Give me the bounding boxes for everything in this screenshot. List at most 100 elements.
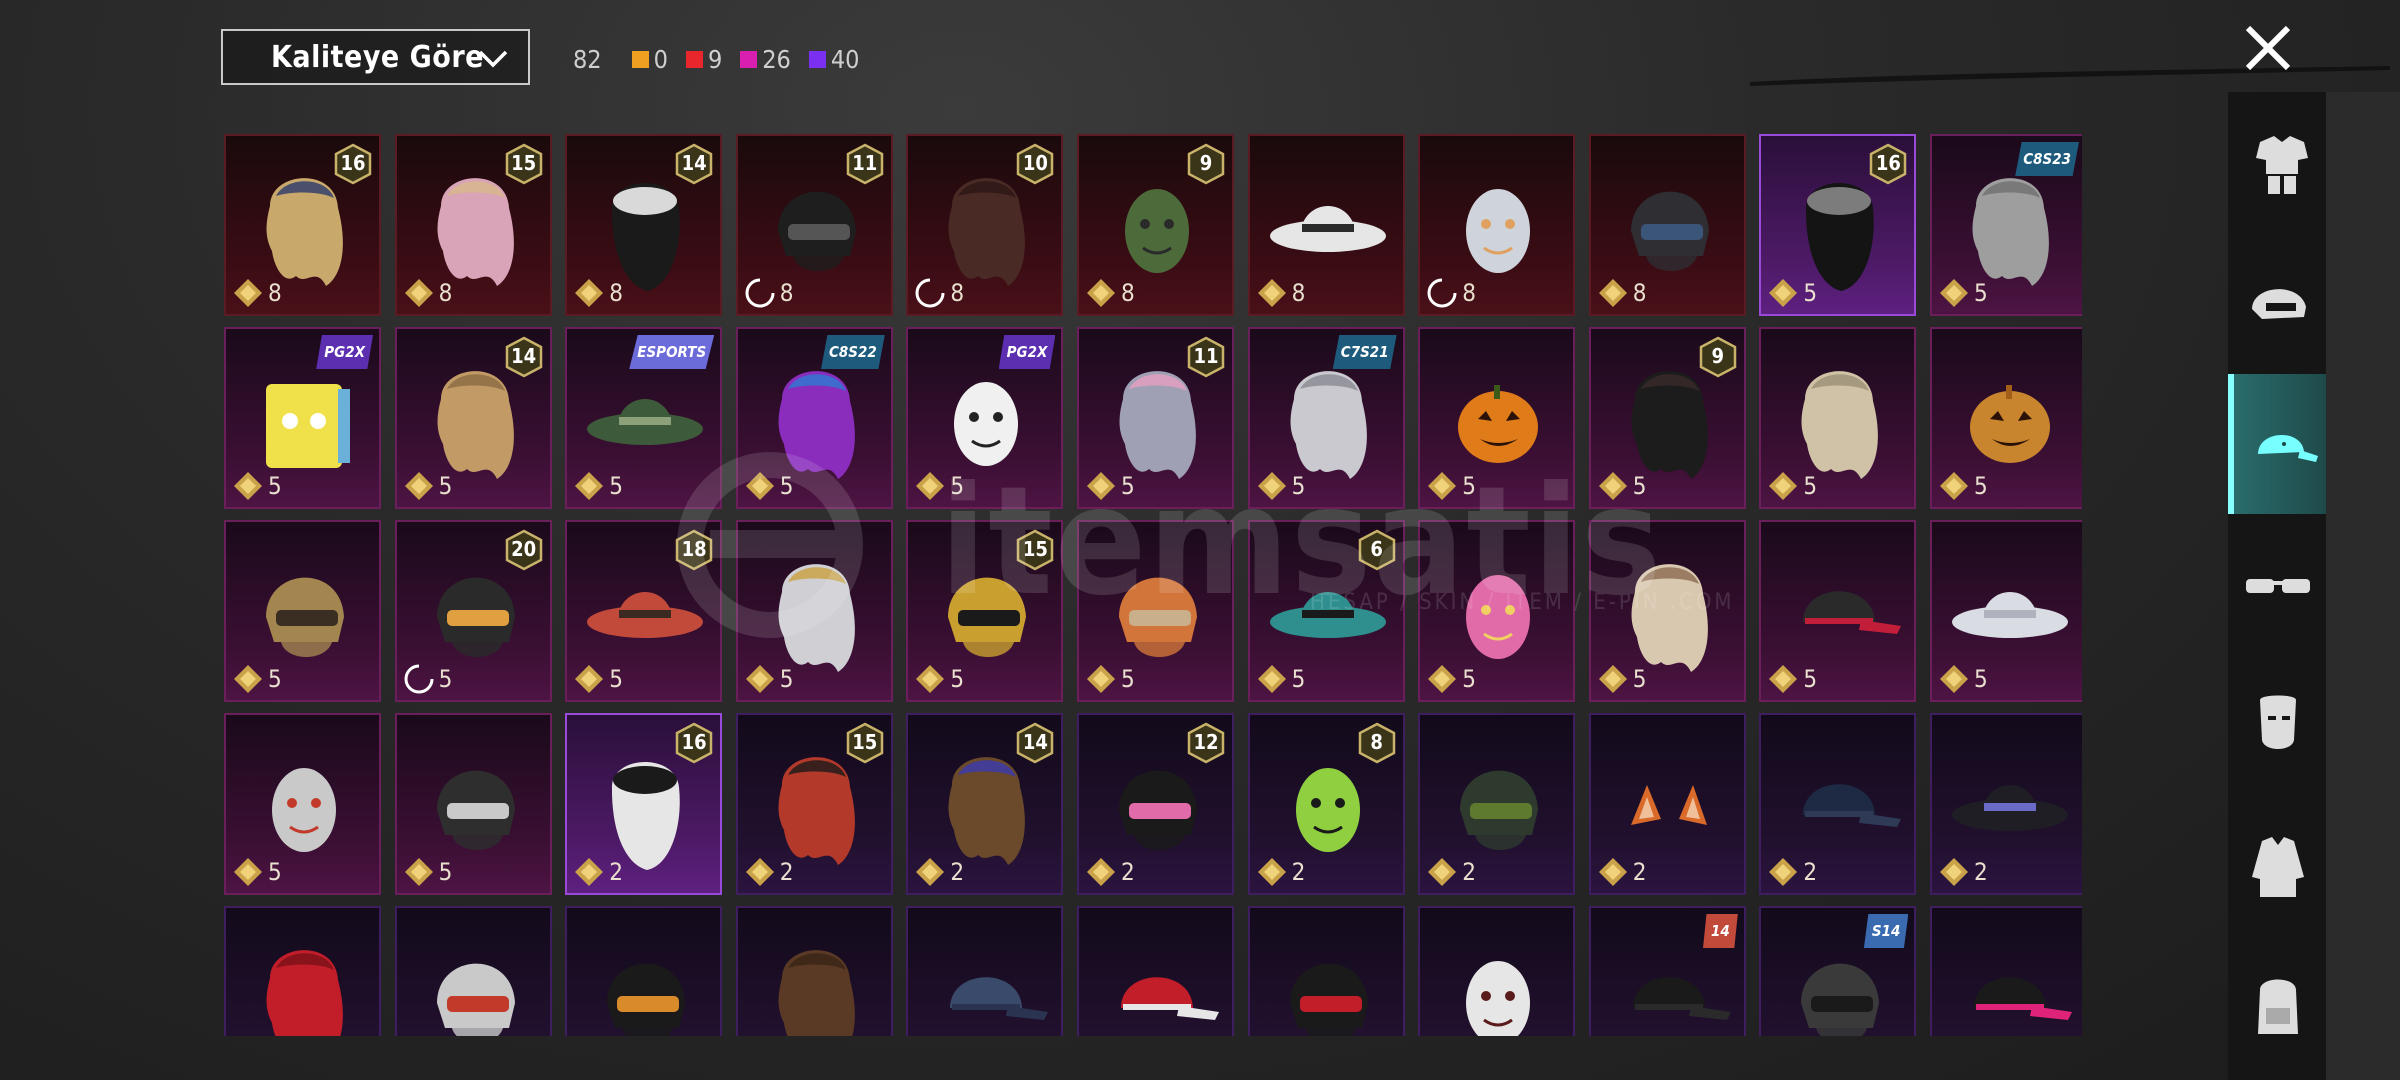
item-racer-helmet[interactable] — [394, 906, 552, 1036]
item-officer-cap-hair[interactable]: 16 5 — [1759, 134, 1917, 316]
level-badge: 16 — [334, 143, 372, 185]
item-dark-dread-hair[interactable]: 10 8 — [906, 134, 1064, 316]
item-golden-robot-helmet[interactable]: 15 5 — [906, 520, 1064, 702]
item-bunny-ear-helmet[interactable]: 12 2 — [1077, 713, 1234, 895]
item-fox-ears[interactable]: 2 — [1588, 713, 1746, 895]
category-sidebar — [2228, 92, 2334, 1080]
item-price: 8 — [232, 278, 282, 308]
sidebar-tab-glasses[interactable] — [2228, 515, 2328, 655]
item-crowned-white-hair[interactable]: 5 — [735, 520, 893, 702]
item-black-helmet[interactable]: 11 8 — [735, 134, 893, 316]
item-green-skull-hood[interactable]: 82 — [1247, 713, 1405, 895]
item-pumpkin-head[interactable]: 5 — [1418, 327, 1576, 509]
item-silver-short-hair[interactable]: C7S21 5 — [1247, 327, 1405, 509]
item-price: 8 — [573, 278, 623, 308]
coin-icon — [1769, 472, 1798, 500]
sort-dropdown[interactable]: Kaliteye Göre — [221, 29, 530, 85]
item-price-value: 8 — [1291, 279, 1306, 307]
level-badge-value: 15 — [852, 730, 878, 754]
item-bandana-mohawk[interactable]: 16 2 — [565, 713, 723, 895]
item-price: 5 — [232, 471, 282, 501]
item-red-hair-hood[interactable]: 15 2 — [735, 713, 893, 895]
item-neon-bob-hair[interactable]: C8S22 5 — [735, 327, 893, 509]
item-pink-black-cap[interactable] — [1930, 906, 2082, 1036]
item-price-value: 2 — [950, 858, 965, 886]
level-badge: 11 — [846, 143, 884, 185]
sidebar-tab-cap[interactable] — [2228, 374, 2334, 514]
item-red-white-cap[interactable] — [1077, 906, 1234, 1036]
item-pink-bunny-head[interactable]: 5 — [1418, 520, 1576, 702]
item-price: 8 — [1256, 278, 1306, 308]
sidebar-tab-backpack[interactable] — [2228, 938, 2328, 1078]
item-skull-mask-helmet[interactable]: 5 — [394, 713, 552, 895]
item-flower-crown-hair[interactable]: 11 5 — [1077, 327, 1234, 509]
item-wolf-ear-hood[interactable]: 14 8 — [565, 134, 723, 316]
item-golden-horned-helmet[interactable]: 5 — [224, 520, 381, 702]
item-navy-beanie[interactable]: 2 — [1759, 713, 1917, 895]
item-joker-face[interactable] — [1418, 906, 1576, 1036]
item-police-cap[interactable]: 14 — [1588, 906, 1746, 1036]
item-black-ponytail[interactable]: 95 — [1588, 327, 1746, 509]
item-pop-box-head[interactable]: PG2X 5 — [224, 327, 381, 509]
item-white-cowboy-hat[interactable]: 8 — [1247, 134, 1405, 316]
item-camo-bucket-hat[interactable]: ESPORTS 5 — [565, 327, 723, 509]
item-cat-ear-cap-hair[interactable]: 14 2 — [906, 713, 1064, 895]
coin-icon — [1769, 665, 1798, 693]
item-white-sun-hat[interactable]: 5 — [1930, 520, 2082, 702]
quality-swatch — [740, 50, 758, 68]
item-orange-horn-helmet[interactable]: 5 — [1077, 520, 1234, 702]
item-gas-mask-helmet[interactable]: 2 — [1418, 713, 1576, 895]
item-cream-fluffy-hair[interactable]: 5 — [1588, 520, 1746, 702]
item-image — [266, 950, 343, 1036]
item-witch-hat[interactable]: 2 — [1930, 713, 2082, 895]
item-price: 2 — [573, 857, 623, 887]
item-braided-blonde-hair[interactable]: 5 — [1759, 327, 1917, 509]
item-price-value: 2 — [1121, 858, 1135, 886]
close-icon[interactable] — [2238, 18, 2298, 78]
coin-icon — [1257, 279, 1286, 307]
item-red-mohawk[interactable] — [224, 906, 381, 1036]
item-pink-long-hair[interactable]: 15 8 — [394, 134, 552, 316]
item-panda-head[interactable]: PG2X 5 — [906, 327, 1064, 509]
sidebar-tab-helmet[interactable] — [2228, 233, 2328, 373]
coin-icon — [575, 472, 604, 500]
item-feather-headdress[interactable]: 18 5 — [565, 520, 723, 702]
item-dark-visor-helmet[interactable]: 8 — [1588, 134, 1746, 316]
item-price-value: 8 — [1632, 279, 1647, 307]
item-image — [436, 963, 515, 1036]
coin-icon — [1087, 472, 1115, 500]
item-monkey-king-helmet[interactable]: 20 5 — [394, 520, 552, 702]
item-price-value: 2 — [1462, 858, 1476, 886]
level-badge-value: 11 — [852, 151, 878, 175]
level-badge: 6 — [1358, 529, 1396, 571]
item-teal-tree-hat[interactable]: 65 — [1247, 520, 1405, 702]
sidebar-tab-outfit[interactable] — [2228, 92, 2328, 232]
item-grey-bob-hair[interactable]: C8S23 5 — [1930, 134, 2082, 316]
item-potato-head[interactable]: 5 — [1930, 327, 2082, 509]
item-spartan-helmet[interactable]: S14 — [1759, 906, 1917, 1036]
item-blonde-wavy-hair[interactable]: 14 5 — [394, 327, 552, 509]
coin-icon — [1940, 665, 1968, 693]
item-image — [1289, 963, 1368, 1036]
item-price-value: 8 — [438, 279, 453, 307]
item-grid[interactable]: 16 8 15 8 14 8 11 8 10 8 98 8 8 8 16 5 C8S23 5 … — [224, 134, 2082, 1036]
item-navy-baseball-cap[interactable] — [906, 906, 1064, 1036]
item-aviator-goggles-hair[interactable]: 16 8 — [224, 134, 381, 316]
item-shark-crown[interactable]: 8 — [1418, 134, 1576, 316]
item-price: 5 — [1426, 471, 1476, 501]
quality-count-value: 0 — [653, 44, 668, 74]
sidebar-tab-jacket[interactable] — [2228, 797, 2328, 937]
item-price: 8 — [914, 278, 964, 308]
item-price-value: 5 — [950, 472, 965, 500]
item-red-beanie-cap[interactable]: 5 — [1759, 520, 1917, 702]
item-moto-helmet[interactable] — [1247, 906, 1405, 1036]
item-orange-braid-helmet[interactable] — [565, 906, 723, 1036]
item-brown-bun-hair[interactable] — [735, 906, 893, 1036]
item-price-value: 5 — [438, 665, 453, 693]
item-price-value: 5 — [1462, 472, 1476, 500]
item-zombie-head[interactable]: 98 — [1077, 134, 1234, 316]
item-chicken-head[interactable]: 5 — [224, 713, 381, 895]
level-badge: 16 — [1869, 143, 1907, 185]
coin-icon — [1598, 472, 1627, 500]
sidebar-tab-mask[interactable] — [2228, 656, 2328, 796]
